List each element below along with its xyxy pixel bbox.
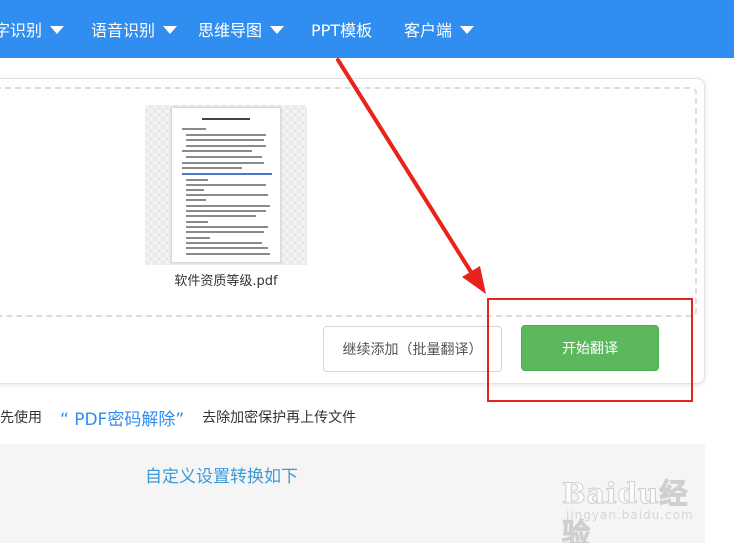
nav-item-label: 客户端 [404,21,453,40]
caret-down-icon [163,26,178,34]
top-navbar: 字识别 语音识别 思维导图 PPT模板 客户端 [0,0,734,58]
notice-suffix: 去除加密保护再上传文件 [202,410,357,426]
nav-item-text-recognition[interactable]: 字识别 [0,0,65,58]
nav-item-label: 语音识别 [91,21,156,40]
nav-item-mind-map[interactable]: 思维导图 [198,0,285,58]
caret-down-icon [50,26,65,34]
nav-item-label: 字识别 [0,21,43,40]
notice-prefix: 先使用 [0,410,42,426]
baidu-jingyan-watermark: Baidu经验 jingyan.baidu.com [560,462,710,543]
caret-down-icon [460,26,475,34]
pdf-password-notice: 先使用 “ PDF密码解除” 去除加密保护再上传文件 [0,402,356,432]
pdf-page-preview-icon [171,107,281,263]
nav-item-speech-recognition[interactable]: 语音识别 [91,0,178,58]
nav-item-client[interactable]: 客户端 [404,0,475,58]
file-name-label: 软件资质等级.pdf [174,274,278,289]
nav-item-ppt-templates[interactable]: PPT模板 [311,0,372,58]
file-thumbnail[interactable] [145,105,307,265]
caret-down-icon [270,26,285,34]
nav-item-label: 思维导图 [198,21,263,40]
nav-item-label: PPT模板 [311,21,373,40]
custom-settings-title[interactable]: 自定义设置转换如下 [145,462,298,487]
file-dropzone[interactable] [0,87,697,317]
annotation-highlight-box [487,298,693,402]
watermark-url: jingyan.baidu.com [566,508,694,522]
pdf-password-removal-link[interactable]: “ PDF密码解除” [60,405,184,430]
continue-add-button[interactable]: 继续添加（批量翻译） [323,326,502,372]
